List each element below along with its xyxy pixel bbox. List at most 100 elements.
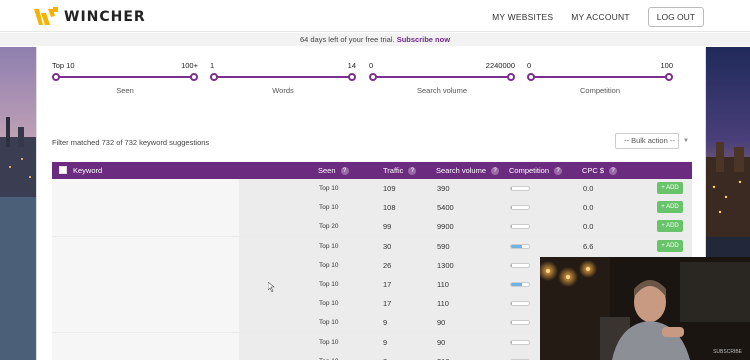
competition-bar bbox=[510, 281, 530, 287]
competition-bar bbox=[510, 262, 530, 268]
col-keyword[interactable]: Keyword bbox=[73, 166, 102, 175]
table-row[interactable]: Top 10 108 5400 0.0 + ADD bbox=[52, 198, 692, 218]
row-bg bbox=[239, 217, 692, 237]
webcam-overlay: SUBSCRIBE bbox=[540, 257, 750, 360]
filter-summary: Filter matched 732 of 732 keyword sugges… bbox=[52, 138, 210, 147]
volume-max: 2240000 bbox=[485, 61, 515, 70]
mouse-cursor-icon bbox=[268, 282, 275, 292]
table-row[interactable]: Top 10 30 590 6.6 + ADD bbox=[52, 236, 692, 256]
search-volume-cell: 9900 bbox=[437, 222, 454, 232]
seen-cell: Top 10 bbox=[319, 261, 339, 269]
seen-cell: Top 10 bbox=[319, 338, 339, 346]
traffic-cell: 30 bbox=[383, 241, 392, 251]
seen-min-handle[interactable] bbox=[52, 73, 60, 81]
cpc-cell: 6.6 bbox=[583, 241, 594, 251]
seen-cell: Top 10 bbox=[319, 204, 339, 212]
col-traffic[interactable]: Traffic? bbox=[383, 166, 417, 175]
background-city-photo-left bbox=[0, 47, 36, 360]
keyword-cell[interactable] bbox=[52, 179, 239, 198]
col-cpc[interactable]: CPC $? bbox=[582, 166, 618, 175]
competition-min-handle[interactable] bbox=[527, 73, 535, 81]
competition-max-handle[interactable] bbox=[665, 73, 673, 81]
competition-max: 100 bbox=[660, 61, 673, 70]
competition-bar bbox=[510, 186, 530, 191]
competition-slider[interactable]: 0 100 Competition bbox=[527, 61, 673, 95]
help-icon[interactable]: ? bbox=[408, 166, 417, 175]
keyword-cell[interactable] bbox=[52, 332, 239, 352]
presenter-video bbox=[540, 257, 750, 360]
nav-my-websites[interactable]: MY WEBSITES bbox=[492, 12, 553, 22]
keyword-cell[interactable] bbox=[52, 236, 239, 256]
trial-banner: 64 days left of your free trial. Subscri… bbox=[0, 33, 750, 46]
traffic-cell: 9 bbox=[383, 318, 388, 328]
wincher-logo[interactable]: WINCHER bbox=[34, 6, 146, 28]
seen-cell: Top 20 bbox=[319, 223, 339, 231]
col-competition[interactable]: Competition? bbox=[509, 166, 563, 175]
add-keyword-button[interactable]: + ADD bbox=[657, 201, 683, 214]
traffic-cell: 17 bbox=[383, 299, 392, 309]
seen-cell: Top 10 bbox=[319, 280, 339, 288]
search-volume-cell: 390 bbox=[437, 184, 450, 193]
keyword-cell[interactable] bbox=[52, 274, 239, 294]
traffic-cell: 109 bbox=[383, 184, 396, 193]
cpc-cell: 0.0 bbox=[583, 203, 594, 213]
keyword-cell[interactable] bbox=[52, 294, 239, 314]
add-keyword-button[interactable]: + ADD bbox=[657, 182, 683, 194]
top-header: WINCHER MY WEBSITES MY ACCOUNT LOG OUT bbox=[0, 0, 750, 32]
volume-min: 0 bbox=[369, 61, 374, 70]
logo-text: WINCHER bbox=[64, 9, 146, 25]
volume-min-handle[interactable] bbox=[369, 73, 377, 81]
competition-min: 0 bbox=[527, 61, 532, 70]
seen-label: Seen bbox=[116, 86, 134, 95]
help-icon[interactable]: ? bbox=[554, 166, 563, 175]
select-all-checkbox[interactable] bbox=[59, 166, 67, 174]
keyword-cell[interactable] bbox=[52, 351, 239, 360]
keyword-cell[interactable] bbox=[52, 255, 239, 275]
keyword-cell[interactable] bbox=[52, 217, 239, 237]
chevron-down-icon[interactable]: ▼ bbox=[683, 138, 689, 144]
col-search-volume[interactable]: Search volume? bbox=[436, 166, 500, 175]
bulk-action-select[interactable]: -- Bulk action -- bbox=[615, 133, 679, 149]
competition-label: Competition bbox=[579, 86, 621, 95]
add-keyword-button[interactable]: + ADD bbox=[657, 220, 683, 233]
traffic-cell: 9 bbox=[383, 337, 388, 347]
help-icon[interactable]: ? bbox=[609, 166, 618, 175]
seen-slider[interactable]: Top 10 100+ Seen bbox=[52, 61, 198, 95]
seen-max-handle[interactable] bbox=[190, 73, 198, 81]
col-seen[interactable]: Seen? bbox=[318, 166, 349, 175]
volume-max-handle[interactable] bbox=[507, 73, 515, 81]
help-icon[interactable]: ? bbox=[340, 166, 349, 175]
nav-my-account[interactable]: MY ACCOUNT bbox=[571, 12, 630, 22]
subscribe-link[interactable]: Subscribe now bbox=[397, 35, 450, 44]
cpc-cell: 0.0 bbox=[583, 222, 594, 232]
help-icon[interactable]: ? bbox=[491, 166, 500, 175]
search-volume-cell: 90 bbox=[437, 318, 446, 328]
search-volume-cell: 110 bbox=[437, 299, 449, 309]
row-bg bbox=[239, 236, 692, 256]
words-min-handle[interactable] bbox=[210, 73, 218, 81]
keyword-cell[interactable] bbox=[52, 198, 239, 218]
wincher-logo-icon bbox=[34, 7, 58, 25]
add-keyword-button[interactable]: + ADD bbox=[657, 239, 683, 252]
table-header: Keyword Seen? Traffic? Search volume? Co… bbox=[52, 162, 692, 179]
words-label: Words bbox=[272, 86, 294, 95]
table-row[interactable]: Top 20 99 9900 0.0 + ADD bbox=[52, 217, 692, 237]
words-slider[interactable]: 1 14 Words bbox=[210, 61, 356, 95]
search-volume-cell: 90 bbox=[437, 337, 446, 347]
seen-cell: Top 10 bbox=[319, 319, 339, 327]
traffic-cell: 17 bbox=[383, 279, 392, 289]
row-bg bbox=[239, 179, 692, 198]
traffic-cell: 99 bbox=[383, 222, 392, 232]
competition-bar bbox=[510, 243, 530, 249]
table-row[interactable]: Top 10 109 390 0.0 + ADD bbox=[52, 179, 692, 199]
competition-bar bbox=[510, 205, 530, 211]
competition-bar bbox=[510, 320, 530, 326]
words-max-handle[interactable] bbox=[348, 73, 356, 81]
webcam-brand-label: SUBSCRIBE bbox=[713, 349, 742, 355]
words-max: 14 bbox=[347, 61, 356, 70]
keyword-cell[interactable] bbox=[52, 313, 239, 333]
search-volume-slider[interactable]: 0 2240000 Search volume bbox=[369, 61, 515, 95]
logout-button[interactable]: LOG OUT bbox=[647, 7, 704, 27]
seen-cell: Top 10 bbox=[319, 185, 339, 192]
words-min: 1 bbox=[210, 61, 215, 70]
